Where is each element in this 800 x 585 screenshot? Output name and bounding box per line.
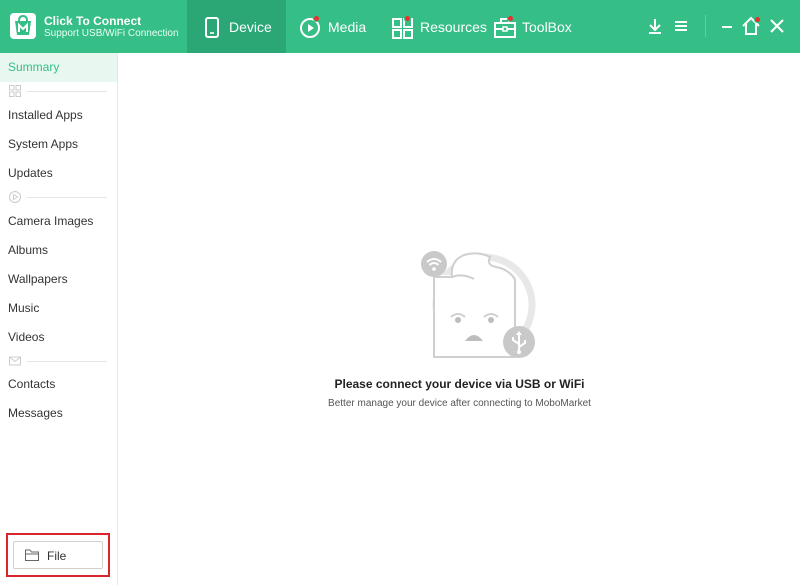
sidebar-item-label: Updates [8, 166, 53, 180]
file-button-label: File [47, 549, 67, 563]
sidebar-item-videos[interactable]: Videos [0, 323, 117, 352]
sidebar-item-label: Summary [8, 60, 60, 74]
tab-resources[interactable]: Resources [390, 0, 487, 53]
phone-icon [199, 14, 225, 40]
close-icon[interactable] [765, 14, 789, 38]
connect-message-subtitle: Better manage your device after connecti… [328, 398, 591, 409]
sidebar-item-updates[interactable]: Updates [0, 159, 117, 188]
divider [27, 91, 107, 92]
menu-icon[interactable] [669, 14, 693, 38]
usb-icon [503, 326, 535, 358]
tab-toolbox[interactable]: ToolBox [492, 0, 582, 53]
wifi-icon [421, 251, 447, 277]
divider [27, 361, 107, 362]
app-logo-icon [10, 13, 36, 39]
tab-resources-label: Resources [420, 18, 487, 35]
sidebar-group-messages [0, 353, 117, 369]
message-group-icon [9, 356, 21, 366]
sidebar-item-label: Wallpapers [8, 272, 68, 286]
title-bar: Click To Connect Support USB/WiFi Connec… [0, 0, 800, 53]
sidebar-item-label: Installed Apps [8, 108, 83, 122]
tab-toolbox-label: ToolBox [522, 18, 572, 35]
grid-icon [390, 14, 416, 40]
tab-media-label: Media [328, 18, 367, 35]
sidebar-item-music[interactable]: Music [0, 294, 117, 323]
header-divider [705, 15, 706, 37]
sidebar-item-label: Music [8, 301, 40, 315]
sidebar: Summary Installed Apps System Apps Updat… [0, 53, 118, 585]
sidebar-item-installed-apps[interactable]: Installed Apps [0, 101, 117, 130]
toolbox-icon [492, 14, 518, 40]
sidebar-group-apps [0, 83, 117, 99]
tab-device[interactable]: Device [187, 0, 286, 53]
disconnected-device-illustration [416, 243, 546, 363]
apps-group-icon [9, 85, 21, 97]
download-icon[interactable] [643, 14, 667, 38]
sidebar-item-summary[interactable]: Summary [0, 53, 117, 82]
sidebar-group-media [0, 189, 117, 205]
file-button[interactable]: File [13, 541, 103, 569]
connect-message-title: Please connect your device via USB or Wi… [334, 377, 585, 391]
divider [27, 197, 107, 198]
main-content: Please connect your device via USB or Wi… [119, 53, 800, 585]
folder-icon [25, 549, 39, 561]
resources-badge [404, 14, 411, 22]
minimize-icon[interactable] [715, 14, 739, 38]
sidebar-item-label: System Apps [8, 137, 79, 151]
sidebar-item-contacts[interactable]: Contacts [0, 370, 117, 399]
connect-title[interactable]: Click To Connect [44, 14, 141, 28]
media-badge [313, 14, 320, 22]
sidebar-item-label: Contacts [8, 377, 56, 391]
tab-device-label: Device [229, 18, 272, 35]
sidebar-item-system-apps[interactable]: System Apps [0, 130, 117, 159]
toolbox-badge [507, 14, 514, 22]
home-icon[interactable] [739, 14, 763, 38]
connect-subtitle: Support USB/WiFi Connection [44, 28, 179, 39]
sidebar-item-albums[interactable]: Albums [0, 236, 117, 265]
connect-area[interactable]: Click To Connect Support USB/WiFi Connec… [0, 0, 187, 53]
sidebar-item-messages[interactable]: Messages [0, 399, 117, 428]
tab-media[interactable]: Media [298, 0, 378, 53]
media-group-icon [9, 191, 21, 203]
sidebar-item-label: Videos [8, 330, 45, 344]
sidebar-item-label: Albums [8, 243, 49, 257]
play-icon [298, 14, 324, 40]
home-badge [754, 16, 761, 23]
sidebar-item-label: Camera Images [8, 214, 94, 228]
sidebar-item-wallpapers[interactable]: Wallpapers [0, 265, 117, 294]
sidebar-item-label: Messages [8, 406, 63, 420]
sidebar-item-camera-images[interactable]: Camera Images [0, 207, 117, 236]
